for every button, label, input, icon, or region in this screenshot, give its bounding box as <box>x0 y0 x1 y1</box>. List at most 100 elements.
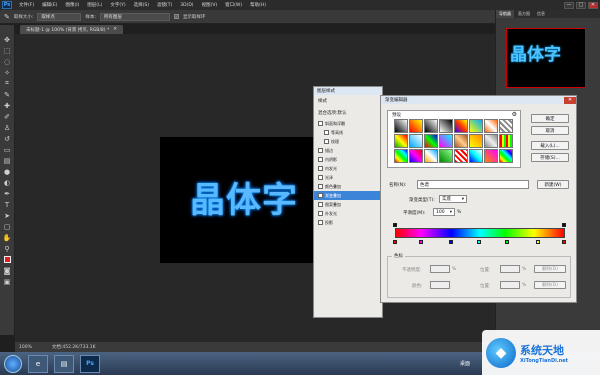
tab-close-icon[interactable]: ✕ <box>113 27 117 32</box>
screen-mode-icon[interactable]: ▣ <box>2 277 12 286</box>
maximize-button[interactable]: □ <box>576 1 586 9</box>
type-tool-icon[interactable]: T <box>2 200 12 209</box>
gradient-preset[interactable] <box>424 134 438 148</box>
menu-filter[interactable]: 滤镜(T) <box>153 2 176 8</box>
opacity-location-input[interactable] <box>500 265 520 273</box>
gradient-preset[interactable] <box>409 149 423 163</box>
gradient-preset[interactable] <box>424 149 438 163</box>
gradient-preset[interactable] <box>394 149 408 163</box>
opacity-input[interactable] <box>430 265 450 273</box>
gradient-preset[interactable] <box>439 119 453 133</box>
gradient-preset[interactable] <box>409 119 423 133</box>
lasso-tool-icon[interactable]: ◌ <box>2 57 12 66</box>
shape-tool-icon[interactable]: ▢ <box>2 222 12 231</box>
color-location-input[interactable] <box>500 281 520 289</box>
save-button[interactable]: 存储(S)... <box>531 153 569 162</box>
color-stop[interactable] <box>419 240 423 244</box>
gradient-preset[interactable] <box>499 119 513 133</box>
menu-3d[interactable]: 3D(D) <box>176 3 197 8</box>
style-checkbox[interactable] <box>324 139 329 144</box>
start-button[interactable] <box>4 354 22 373</box>
gradient-preset[interactable] <box>394 134 408 148</box>
brush-tool-icon[interactable]: ✐ <box>2 112 12 121</box>
style-item[interactable]: 内发光 <box>314 164 382 173</box>
menu-window[interactable]: 窗口(W) <box>221 2 246 8</box>
gradient-preset[interactable] <box>499 149 513 163</box>
document-tab[interactable]: 未标题-1 @ 100% (背景 拷贝, RGB/8) * ✕ <box>20 25 123 34</box>
style-checkbox[interactable] <box>318 211 323 216</box>
ok-button[interactable]: 确定 <box>531 114 569 123</box>
delete-opacity-stop-button[interactable]: 删除(D) <box>534 265 566 273</box>
gradient-preset[interactable] <box>454 149 468 163</box>
style-item[interactable]: 外发光 <box>314 209 382 218</box>
tab-navigator[interactable]: 导航器 <box>496 10 514 18</box>
gradient-preview-bar[interactable] <box>395 228 565 238</box>
dialog-close-icon[interactable]: ✕ <box>564 96 576 104</box>
blur-tool-icon[interactable]: ● <box>2 167 12 176</box>
taskbar-ie-icon[interactable]: e <box>28 354 48 373</box>
healing-brush-icon[interactable]: ✚ <box>2 101 12 110</box>
smoothness-input[interactable]: 100 ▾ <box>433 208 455 216</box>
gradient-preset[interactable] <box>424 119 438 133</box>
style-checkbox[interactable] <box>318 157 323 162</box>
tab-histogram[interactable]: 直方图 <box>515 10 533 18</box>
style-item[interactable]: 等高线 <box>314 128 382 137</box>
sample-select[interactable]: 所有图层 <box>99 12 170 21</box>
style-checkbox[interactable] <box>318 202 323 207</box>
new-gradient-button[interactable]: 新建(W) <box>537 180 569 189</box>
eyedropper-icon[interactable]: ✎ <box>4 13 10 21</box>
blending-options-item[interactable]: 混合选项:默认 <box>314 107 382 119</box>
color-swatches[interactable] <box>2 255 12 264</box>
gradient-preset[interactable] <box>454 119 468 133</box>
menu-help[interactable]: 帮助(H) <box>246 2 270 8</box>
color-stop[interactable] <box>536 240 540 244</box>
gradient-preset[interactable] <box>409 134 423 148</box>
gradient-name-input[interactable]: 色谱 <box>417 180 529 189</box>
presets-menu-icon[interactable]: ⚙ <box>512 111 517 118</box>
taskbar-folder-icon[interactable]: ▤ <box>54 354 74 373</box>
desktop-toolbar-label[interactable]: 桌面 <box>460 360 470 367</box>
menu-edit[interactable]: 编辑(E) <box>38 2 61 8</box>
gradient-preset[interactable] <box>469 119 483 133</box>
gradient-preset[interactable] <box>469 149 483 163</box>
color-stop[interactable] <box>505 240 509 244</box>
style-checkbox[interactable] <box>318 184 323 189</box>
cancel-button[interactable]: 取消 <box>531 126 569 135</box>
style-item[interactable]: 颜色叠加 <box>314 182 382 191</box>
style-checkbox[interactable] <box>318 148 323 153</box>
crop-tool-icon[interactable]: ⌗ <box>2 79 12 88</box>
menu-layer[interactable]: 图层(L) <box>83 2 106 8</box>
style-item[interactable]: 描边 <box>314 146 382 155</box>
style-item-gradient-overlay[interactable]: ✓ 渐变叠加 <box>314 191 382 200</box>
style-item[interactable]: 纹理 <box>314 137 382 146</box>
menu-view[interactable]: 视图(V) <box>198 2 222 8</box>
dodge-tool-icon[interactable]: ◐ <box>2 178 12 187</box>
history-brush-icon[interactable]: ↺ <box>2 134 12 143</box>
style-item[interactable]: 光泽 <box>314 173 382 182</box>
path-select-icon[interactable]: ➤ <box>2 211 12 220</box>
opacity-stop[interactable] <box>562 223 566 227</box>
gradient-preset[interactable] <box>484 134 498 148</box>
menu-select[interactable]: 选择(S) <box>130 2 153 8</box>
gradient-preset[interactable] <box>499 134 513 148</box>
zoom-level[interactable]: 100% <box>19 345 32 350</box>
style-checkbox-checked[interactable]: ✓ <box>318 193 323 198</box>
delete-color-stop-button[interactable]: 删除(D) <box>534 281 566 289</box>
eraser-tool-icon[interactable]: ▭ <box>2 145 12 154</box>
style-checkbox[interactable] <box>324 130 329 135</box>
style-item[interactable]: 图案叠加 <box>314 200 382 209</box>
color-swatch-input[interactable] <box>430 281 450 289</box>
stamp-tool-icon[interactable]: ♙ <box>2 123 12 132</box>
gradient-preset[interactable] <box>394 119 408 133</box>
style-item[interactable]: 投影 <box>314 218 382 227</box>
minimize-button[interactable]: — <box>564 1 574 9</box>
sample-size-select[interactable]: 取样点 <box>37 12 82 21</box>
color-stop[interactable] <box>562 240 566 244</box>
marquee-tool-icon[interactable]: ⬚ <box>2 46 12 55</box>
style-item[interactable]: 内阴影 <box>314 155 382 164</box>
gradient-preset[interactable] <box>454 134 468 148</box>
gradient-preset[interactable] <box>484 119 498 133</box>
gradient-type-select[interactable]: 实底 ▾ <box>439 195 467 203</box>
style-checkbox[interactable] <box>318 166 323 171</box>
gradient-tool-icon[interactable]: ▤ <box>2 156 12 165</box>
